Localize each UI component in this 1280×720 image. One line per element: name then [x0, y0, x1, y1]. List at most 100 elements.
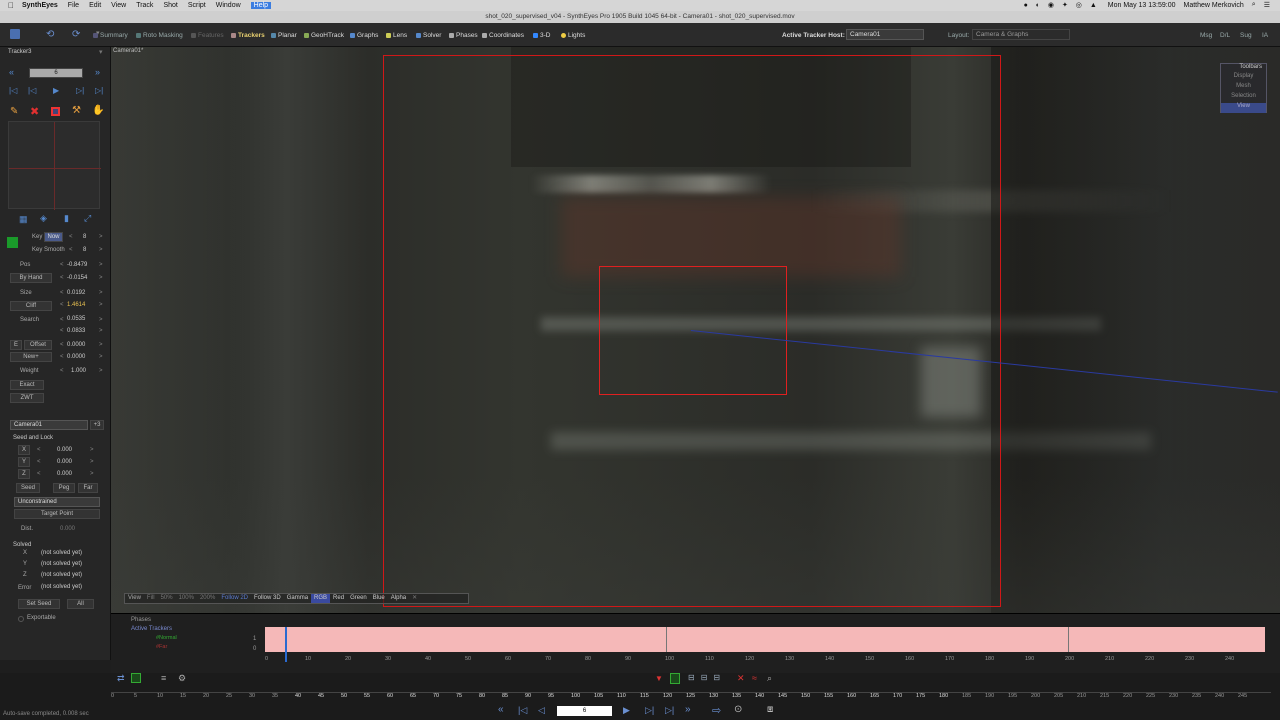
dist-value[interactable]: 0.000: [60, 526, 75, 532]
key-inc[interactable]: >: [99, 234, 103, 240]
menu-help[interactable]: Help: [250, 2, 272, 9]
track-play-icon[interactable]: ▶: [53, 86, 59, 95]
clock[interactable]: Mon May 13 13:59:00: [1108, 2, 1176, 9]
view-btn-follow-3d[interactable]: Follow 3D: [251, 594, 284, 603]
prev-key-icon[interactable]: |◁: [518, 705, 527, 716]
menu-script[interactable]: Script: [188, 2, 206, 9]
menu-view[interactable]: View: [111, 2, 126, 9]
list-icon[interactable]: ≡: [161, 673, 166, 683]
main-ruler[interactable]: 0 5 10 15 20 25 30 35 40 45 50 55 60 65 …: [111, 692, 1271, 702]
pos-y-value[interactable]: -0.0154: [67, 275, 87, 281]
size-x-inc[interactable]: >: [99, 290, 103, 296]
toolbars-selection[interactable]: Selection: [1221, 93, 1266, 103]
crop-icon[interactable]: ⧆: [767, 704, 773, 715]
menu-file[interactable]: File: [68, 2, 79, 9]
x-lock-button[interactable]: X: [18, 445, 30, 455]
camera-viewport[interactable]: Camera01* Toolbars Display Mesh Selectio…: [111, 47, 1280, 613]
tab-roto-masking[interactable]: Roto Masking: [136, 32, 183, 39]
lock-icon[interactable]: ▮: [64, 213, 69, 224]
view-btn-fill[interactable]: Fill: [144, 594, 158, 603]
paint-icon[interactable]: ✋: [92, 105, 104, 116]
exportable-checkbox[interactable]: [18, 616, 24, 622]
offset-button[interactable]: Offset: [24, 340, 52, 350]
close-view-bar-icon[interactable]: ✕: [409, 594, 420, 603]
x-inc[interactable]: >: [90, 447, 94, 453]
pos-y-inc[interactable]: >: [99, 275, 103, 281]
key-green-icon[interactable]: [670, 673, 680, 684]
tab-lights[interactable]: Lights: [561, 32, 585, 39]
exact-button[interactable]: Exact: [10, 380, 44, 390]
weight-value[interactable]: 1.000: [71, 368, 86, 374]
undo-icon[interactable]: ⟲: [46, 29, 54, 40]
key-smooth-inc[interactable]: >: [99, 247, 103, 253]
cross-icon[interactable]: ✕: [737, 673, 745, 684]
next-key-icon[interactable]: ▷|: [665, 705, 674, 716]
view-btn-50[interactable]: 50%: [158, 594, 176, 603]
tracker-color-swatch[interactable]: [7, 237, 18, 248]
tracker-preview[interactable]: [8, 121, 101, 210]
zwt-button[interactable]: ZWT: [10, 393, 44, 403]
tracker-dropdown-icon[interactable]: ▾: [99, 48, 103, 56]
y-inc[interactable]: >: [90, 459, 94, 465]
redo-icon[interactable]: ⟳: [72, 29, 80, 40]
sug-button[interactable]: Sug: [1240, 32, 1252, 39]
track-prev-icon[interactable]: |◁: [28, 86, 36, 95]
green-square-icon[interactable]: [131, 673, 141, 683]
tab-geohtrack[interactable]: GeoHTrack: [304, 32, 344, 39]
diamond-icon[interactable]: ◈: [40, 213, 47, 224]
gear-icon[interactable]: ⚙: [178, 673, 186, 684]
x-dec[interactable]: <: [37, 447, 41, 453]
seed-button[interactable]: Seed: [16, 483, 40, 493]
new-dec[interactable]: <: [60, 354, 64, 360]
pos-x-inc[interactable]: >: [99, 262, 103, 268]
tracker-name[interactable]: Tracker3: [8, 49, 31, 55]
tab-trackers[interactable]: Trackers: [231, 32, 265, 39]
view-btn-gamma[interactable]: Gamma: [284, 594, 311, 603]
tab-solver[interactable]: Solver: [416, 32, 441, 39]
key-smooth-dec[interactable]: <: [69, 247, 73, 253]
tracker-color-icon[interactable]: [51, 107, 60, 116]
toolbars-title[interactable]: Toolbars: [1221, 64, 1266, 73]
menu-shot[interactable]: Shot: [163, 2, 177, 9]
offset-e-button[interactable]: E: [10, 340, 22, 350]
status-icons[interactable]: ● ◐ ◉ ✦ ◎ ▲: [1024, 1, 1100, 9]
rewind-start-icon[interactable]: «: [498, 704, 504, 715]
key-now-button[interactable]: Now: [44, 232, 63, 242]
pos-x-dec[interactable]: <: [60, 262, 64, 268]
direction-arrow-icon[interactable]: ⇨: [712, 704, 721, 717]
tab-summary[interactable]: Summary: [93, 32, 128, 39]
view-btn-red[interactable]: Red: [330, 594, 347, 603]
pos-y-dec[interactable]: <: [60, 275, 64, 281]
target-point-button[interactable]: Target Point: [14, 509, 100, 519]
size-x-dec[interactable]: <: [60, 290, 64, 296]
toolbars-display[interactable]: Display: [1221, 73, 1266, 83]
search-icon[interactable]: ⌕: [1252, 1, 1256, 9]
y-value[interactable]: 0.000: [57, 459, 72, 465]
z-dec[interactable]: <: [37, 471, 41, 477]
size-y-value[interactable]: 1.4614: [67, 302, 85, 308]
view-btn-follow-2d[interactable]: Follow 2D: [218, 594, 251, 603]
size-y-dec[interactable]: <: [60, 302, 64, 308]
track-to-end-icon[interactable]: ▷|: [95, 86, 103, 95]
view-btn-200[interactable]: 200%: [197, 594, 218, 603]
next-tracker-icon[interactable]: »: [95, 67, 100, 77]
view-btn-green[interactable]: Green: [347, 594, 370, 603]
apple-icon[interactable]: : [8, 1, 14, 10]
view-btn-rgb[interactable]: RGB: [311, 594, 331, 603]
frame-field[interactable]: 6: [557, 706, 612, 716]
by-hand-button[interactable]: By Hand: [10, 273, 52, 283]
grid-icon[interactable]: ▦: [19, 214, 28, 225]
active-tracker-host-select[interactable]: Camera01: [846, 29, 924, 40]
camera-select[interactable]: Camera01: [10, 420, 88, 430]
offset-inc[interactable]: >: [99, 342, 103, 348]
menu-edit[interactable]: Edit: [89, 2, 101, 9]
cliff-button[interactable]: Cliff: [10, 301, 52, 311]
toolbars-mesh[interactable]: Mesh: [1221, 83, 1266, 93]
tracker-frame-field[interactable]: 6: [29, 68, 83, 78]
far-button[interactable]: Far: [78, 483, 98, 493]
search-x-value[interactable]: 0.0535: [67, 316, 85, 322]
size-x-value[interactable]: 0.0192: [67, 290, 85, 296]
layout-select[interactable]: Camera & Graphs: [972, 29, 1070, 40]
track-next-icon[interactable]: ▷|: [76, 86, 84, 95]
user-name[interactable]: Matthew Merkovich: [1184, 2, 1244, 9]
